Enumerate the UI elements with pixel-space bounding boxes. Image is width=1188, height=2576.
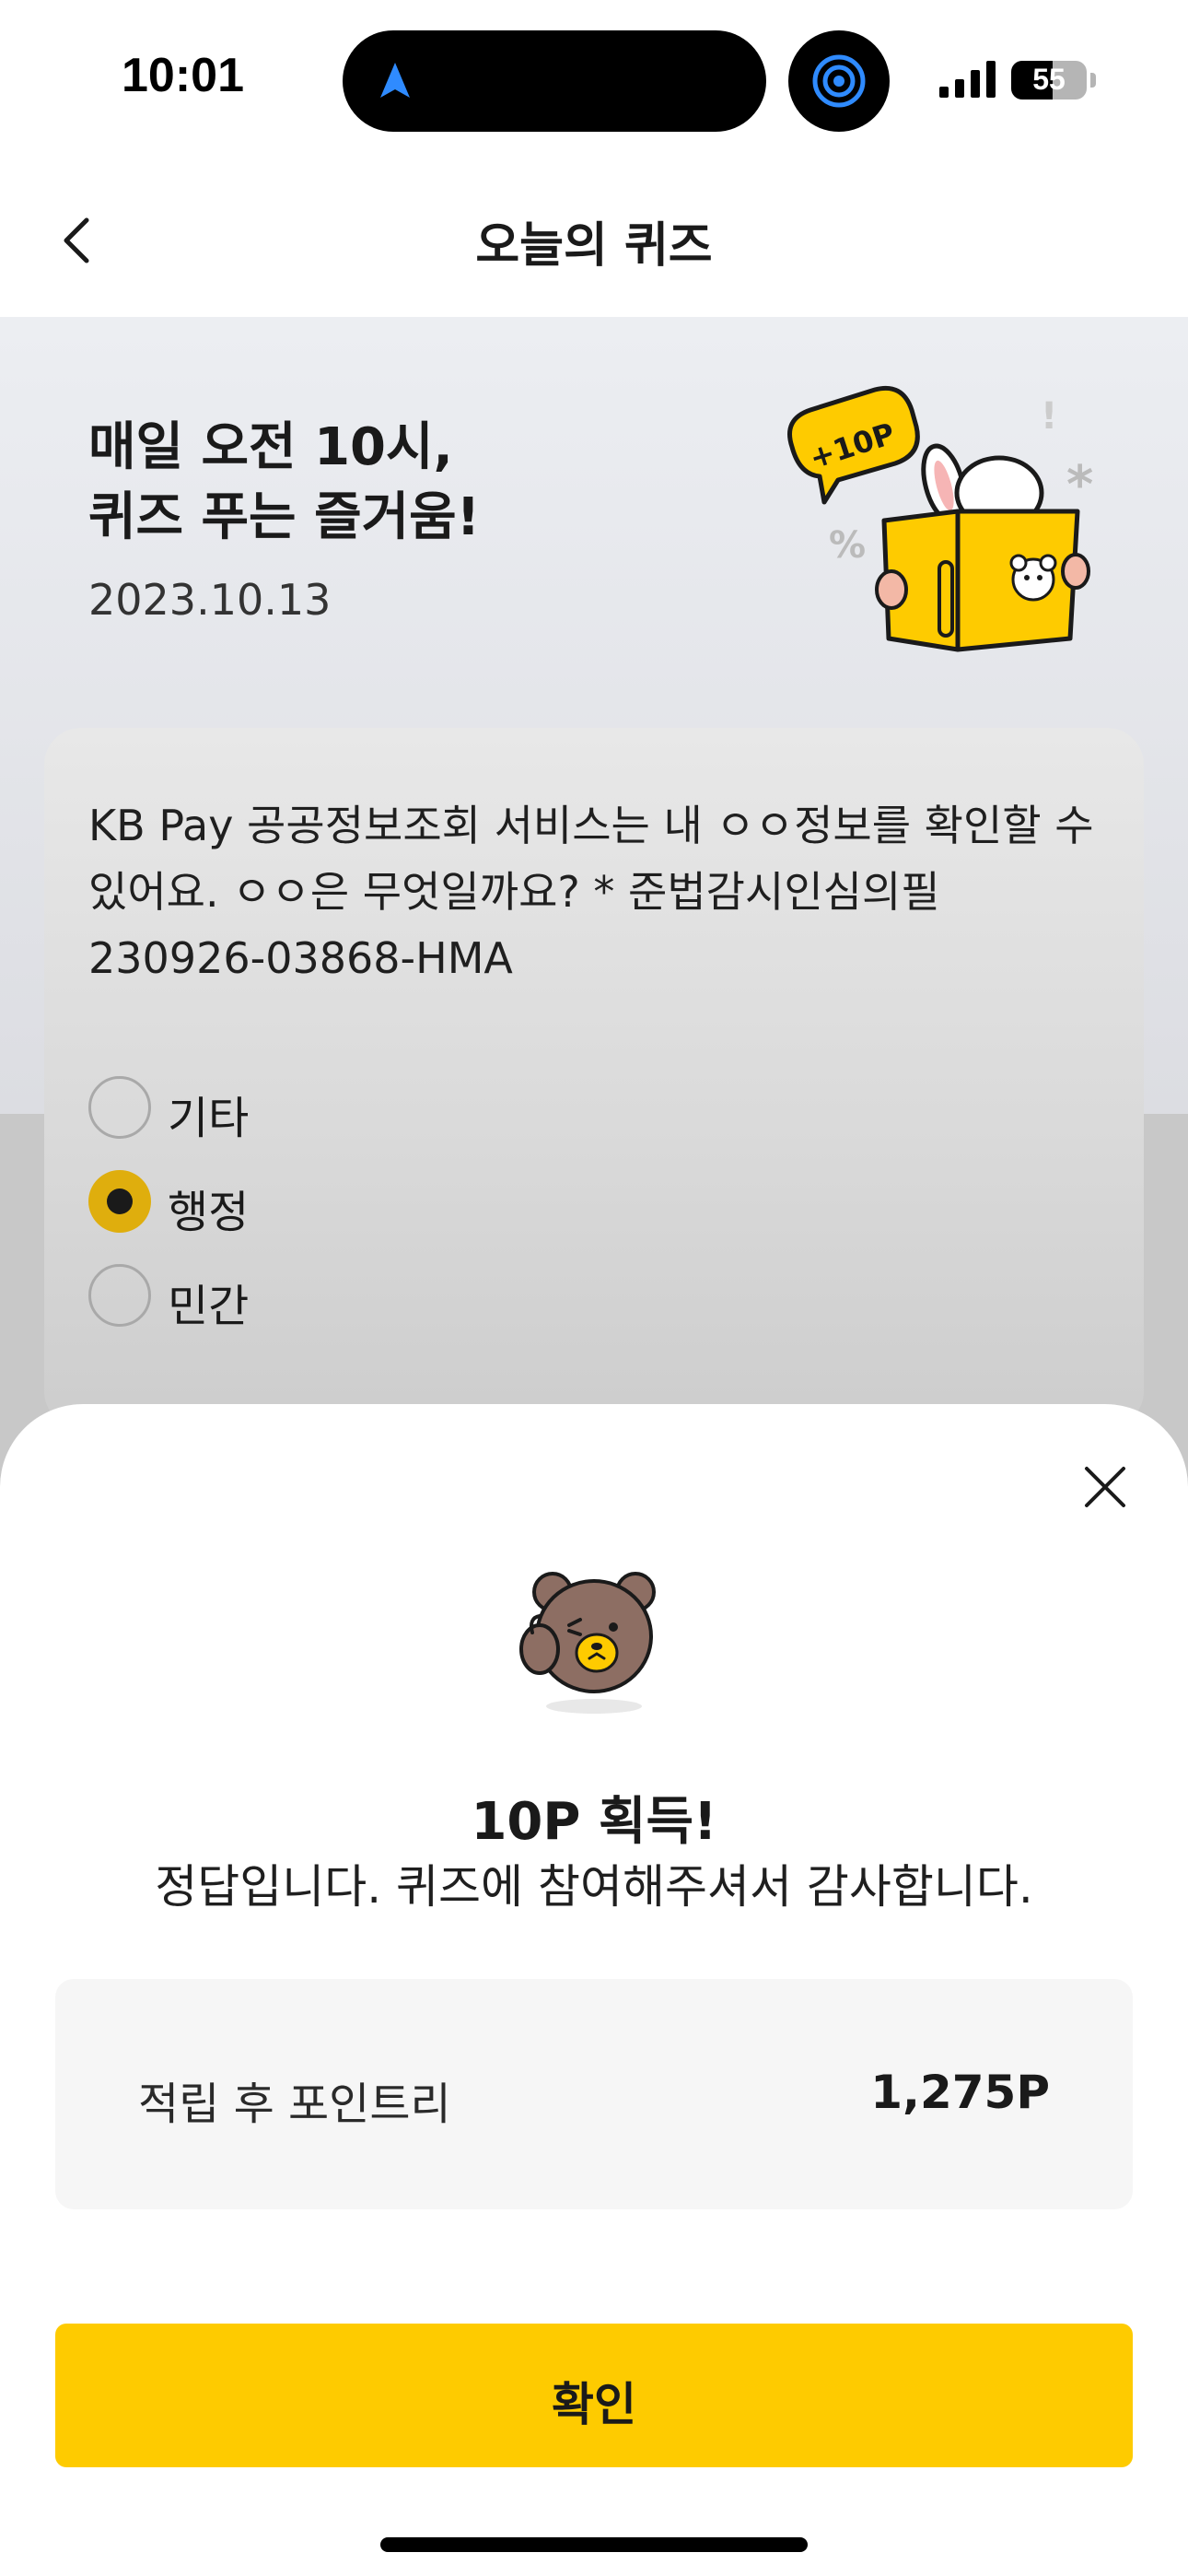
battery-level-text: 55: [1032, 63, 1066, 96]
quiz-option-label: 기타: [168, 1093, 250, 1144]
result-bottom-sheet: 10P 획득! 정답입니다. 퀴즈에 참여해주셔서 감사합니다. 적립 후 포인…: [0, 1404, 1188, 2576]
asterisk-decoration: *: [1066, 455, 1093, 515]
status-bar: 10:01 55: [0, 0, 1188, 166]
page-title: 오늘의 퀴즈: [475, 218, 713, 274]
airdrop-icon: [788, 30, 890, 132]
percent-decoration: %: [829, 524, 866, 567]
quiz-question: KB Pay 공공정보조회 서비스는 내 ㅇㅇ정보를 확인할 수 있어요. ㅇㅇ…: [88, 801, 1094, 983]
reward-title: 10P 획득!: [471, 1792, 717, 1852]
hero-title-line2: 퀴즈 푸는 즐거움!: [88, 487, 481, 547]
close-icon: [1085, 1467, 1125, 1507]
close-button[interactable]: [1068, 1450, 1142, 1524]
quiz-date: 2023.10.13: [88, 575, 332, 625]
navigation-arrow-icon: [380, 63, 410, 98]
bear-thumbs-up-illustration: [519, 1572, 656, 1714]
quiz-option-2[interactable]: 행정: [88, 1166, 641, 1238]
status-time: 10:01: [122, 49, 244, 102]
battery-nub: [1090, 73, 1096, 88]
confirm-button[interactable]: 확인: [55, 2324, 1133, 2467]
quiz-option-label: 민간: [168, 1281, 250, 1332]
points-summary-box: 적립 후 포인트리 1,275P: [55, 1979, 1133, 2209]
header: 오늘의 퀴즈: [0, 166, 1188, 317]
radio-button[interactable]: [88, 1264, 151, 1327]
radio-button[interactable]: [88, 1076, 151, 1139]
confirm-button-label: 확인: [552, 2378, 636, 2431]
home-indicator: [380, 2537, 808, 2552]
battery-icon: 55: [1011, 61, 1087, 100]
hero-title: 매일 오전 10시, 퀴즈 푸는 즐거움!: [88, 413, 480, 553]
hero-title-line1: 매일 오전 10시,: [88, 417, 453, 477]
exclamation-decoration: !: [1041, 395, 1057, 438]
points-value: 1,275P: [870, 2066, 1050, 2119]
quiz-option-3[interactable]: 민간: [88, 1260, 641, 1332]
quiz-card: KB Pay 공공정보조회 서비스는 내 ㅇㅇ정보를 확인할 수 있어요. ㅇㅇ…: [44, 728, 1144, 1428]
quiz-option-1[interactable]: 기타: [88, 1072, 641, 1144]
points-label: 적립 후 포인트리: [138, 2078, 451, 2130]
cellular-signal-icon: [939, 61, 996, 98]
radio-button-selected[interactable]: [88, 1170, 151, 1233]
quiz-option-label: 행정: [168, 1187, 250, 1238]
points-bubble-icon: +10P: [787, 385, 920, 505]
rabbit-reading-book-illustration: +10P ! * %: [787, 385, 1093, 652]
reward-message: 정답입니다. 퀴즈에 참여해주셔서 감사합니다.: [155, 1860, 1033, 1914]
